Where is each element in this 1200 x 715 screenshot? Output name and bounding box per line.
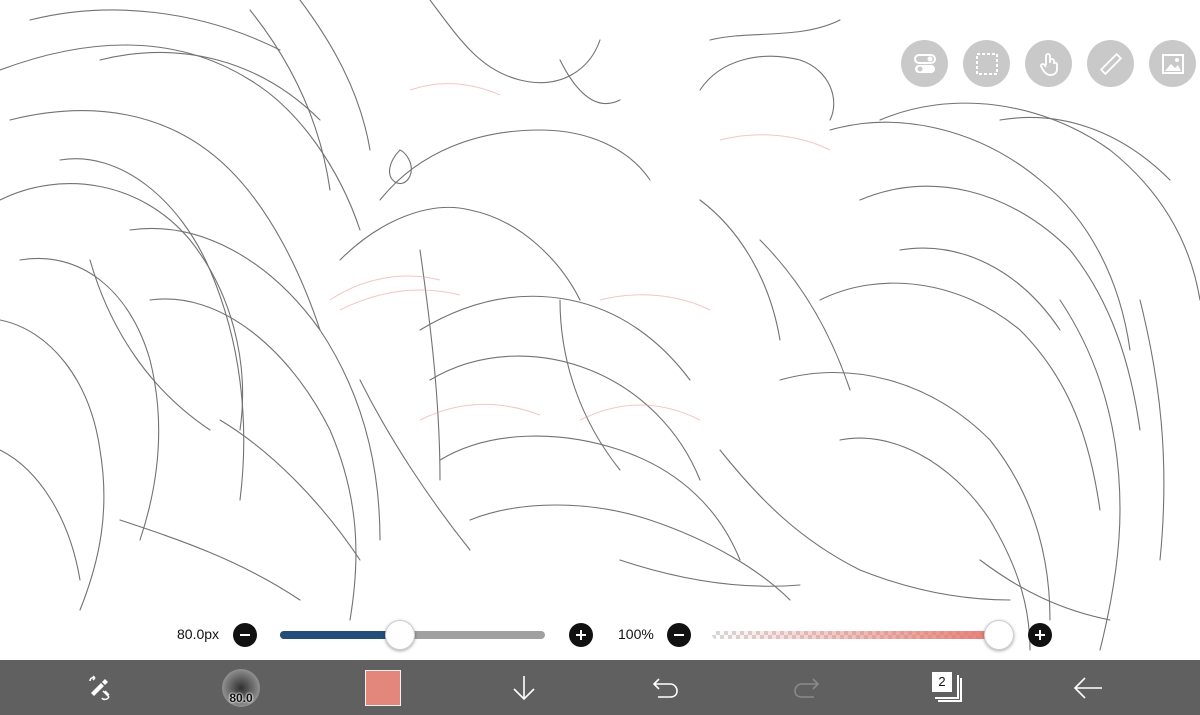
opacity-decrease-button[interactable] [667,623,691,647]
brush-size-slider[interactable] [280,620,545,650]
layers-button[interactable]: 2 [930,660,964,715]
opacity-label: 100% [618,626,654,642]
top-tool-buttons [901,40,1196,87]
toggle-icon [913,53,936,73]
image-button[interactable] [1149,40,1196,87]
opacity-slider[interactable] [712,620,1014,650]
selection-icon [975,52,998,75]
opacity-increase-button[interactable] [1028,623,1052,647]
arrow-left-icon [1073,676,1102,699]
brush-preview: 80.0 [222,668,260,707]
brush-size-decrease-button[interactable] [233,623,257,647]
bottom-toolbar: 80.0 2 [0,660,1200,715]
layers-icon: 2 [932,671,962,704]
brush-slider-row: 80.0px 100% [0,620,1200,650]
redo-icon [794,677,820,698]
selection-button[interactable] [963,40,1010,87]
undo-button[interactable] [648,660,682,715]
hand-button[interactable] [1025,40,1072,87]
back-button[interactable] [1070,660,1106,715]
color-swatch [365,669,401,706]
brush-picker-button[interactable]: 80.0 [220,660,262,715]
plus-icon [1035,630,1045,640]
brush-eraser-icon [89,674,110,700]
download-button[interactable] [508,660,540,715]
brush-preview-size: 80.0 [229,690,253,705]
brush-size-label: 80.0px [177,626,220,642]
layers-count: 2 [932,671,952,692]
sketch-drawing [0,0,1200,651]
redo-button[interactable] [790,660,824,715]
image-icon [1161,53,1184,74]
brush-size-fill [280,631,399,639]
brush-size-slider-thumb[interactable] [385,620,415,650]
toggle-button[interactable] [901,40,948,87]
ruler-icon [1099,52,1122,75]
drawing-canvas[interactable] [0,0,1200,660]
hand-icon [1039,52,1058,76]
brush-eraser-swap-button[interactable] [80,660,120,715]
minus-icon [240,634,250,636]
brush-size-increase-button[interactable] [569,623,593,647]
undo-icon [652,677,678,698]
color-picker-button[interactable] [364,660,402,715]
ruler-button[interactable] [1087,40,1134,87]
opacity-slider-thumb[interactable] [984,620,1014,650]
minus-icon [674,634,684,636]
arrow-down-icon [513,675,535,700]
plus-icon [576,630,586,640]
